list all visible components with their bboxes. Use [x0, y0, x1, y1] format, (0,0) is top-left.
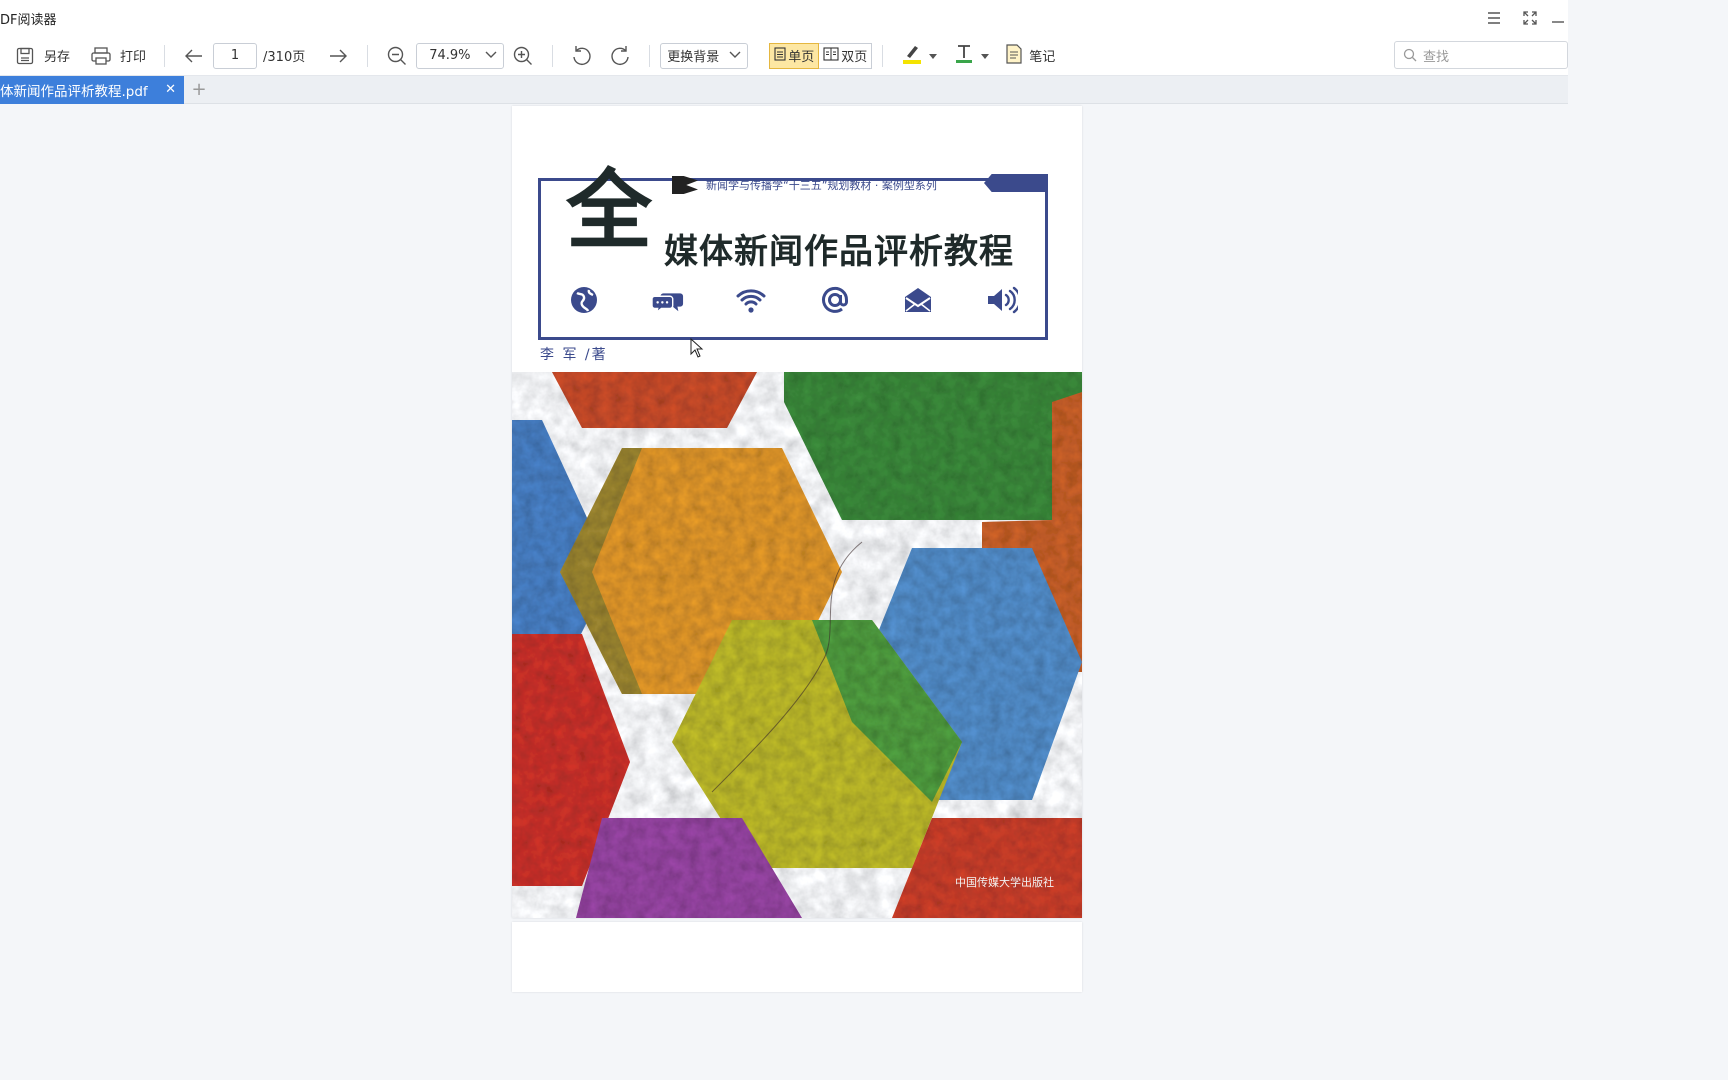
publisher-name: 中国传媒大学出版社 [955, 876, 1054, 889]
toolbar-divider [552, 44, 554, 67]
zoom-out-icon [386, 45, 408, 67]
speaker-icon [986, 284, 1018, 316]
rotate-right-button[interactable] [601, 41, 639, 71]
search-input[interactable]: 查找 [1394, 41, 1568, 69]
caret-down-icon [929, 48, 938, 63]
at-sign-icon [819, 284, 851, 316]
double-page-button[interactable]: 双页 [819, 42, 873, 69]
toolbar-divider [649, 44, 651, 67]
notes-label: 笔记 [1029, 50, 1056, 65]
chevron-down-icon [729, 48, 741, 63]
envelope-icon [902, 284, 934, 316]
arrow-right-icon [327, 45, 349, 67]
text-color-button[interactable] [945, 41, 997, 71]
double-page-label: 双页 [841, 50, 868, 65]
toolbar-divider [758, 45, 759, 67]
series-line: 新闻学与传播学“十三五”规划教材 · 案例型系列 [672, 176, 937, 194]
highlight-button[interactable] [893, 41, 945, 71]
pdf-page-next [512, 922, 1082, 992]
printer-icon [90, 45, 112, 67]
author-line: 李 军 /著 [540, 347, 608, 363]
zoom-in-icon [512, 45, 534, 67]
search-placeholder: 查找 [1423, 49, 1450, 65]
mouse-cursor-icon [690, 337, 704, 362]
cover-flag-decoration [984, 174, 1048, 192]
toolbar-divider [164, 44, 166, 67]
next-page-button[interactable] [319, 41, 357, 71]
text-tool-icon [953, 43, 975, 69]
print-button[interactable]: 打印 [82, 41, 154, 71]
background-label: 更换背景 [667, 50, 720, 65]
title-big-character: 全 [566, 161, 652, 261]
toolbar-divider [367, 44, 369, 67]
pdf-page: 新闻学与传播学“十三五”规划教材 · 案例型系列 全 媒体新闻作品评析教程 李 … [512, 106, 1082, 918]
rotate-right-icon [609, 45, 631, 67]
menu-icon[interactable] [1476, 0, 1512, 36]
caret-down-icon [981, 48, 990, 63]
single-page-label: 单页 [788, 50, 815, 65]
toolbar-divider [882, 44, 884, 67]
globe-icon [568, 284, 600, 316]
add-tab-button[interactable]: + [184, 76, 214, 104]
chevron-down-icon [485, 48, 497, 63]
close-icon[interactable]: ✕ [165, 82, 176, 97]
plus-icon: + [191, 79, 207, 100]
single-page-button[interactable]: 单页 [769, 42, 820, 69]
chat-bubbles-icon [651, 284, 684, 316]
rotate-left-icon [571, 45, 593, 67]
series-text: 新闻学与传播学“十三五”规划教材 · 案例型系列 [706, 179, 937, 192]
rotate-left-button[interactable] [563, 41, 601, 71]
cover-artwork: 中国传媒大学出版社 [512, 372, 1082, 918]
zoom-in-button[interactable] [504, 41, 542, 71]
view-mode-toggle: 单页 双页 [769, 42, 873, 69]
print-label: 打印 [120, 50, 147, 65]
note-icon [1005, 43, 1023, 68]
notes-button[interactable]: 笔记 [997, 41, 1063, 71]
zoom-out-button[interactable] [378, 41, 416, 71]
background-select[interactable]: 更换背景 [660, 42, 749, 69]
page-total-label: /310页 [263, 50, 306, 65]
save-as-button[interactable]: 另存 [6, 41, 78, 71]
single-page-icon [774, 46, 786, 65]
save-icon [14, 45, 36, 67]
previous-page-button[interactable] [175, 41, 213, 71]
publisher-logo-icon [672, 176, 698, 194]
highlighter-icon [901, 43, 923, 69]
document-viewer[interactable]: 新闻学与传播学“十三五”规划教材 · 案例型系列 全 媒体新闻作品评析教程 李 … [0, 104, 1568, 992]
restore-icon[interactable] [1512, 0, 1548, 36]
document-tab-bar: 体新闻作品评析教程.pdf ✕ + [0, 75, 1568, 104]
cover-icon-row [568, 284, 1018, 316]
window-controls [1476, 0, 1568, 36]
book-title: 媒体新闻作品评析教程 [664, 232, 1014, 272]
zoom-value: 74.9% [429, 48, 471, 63]
app-title: DF阅读器 [0, 12, 57, 28]
search-icon [1403, 48, 1417, 62]
document-tab-label: 体新闻作品评析教程.pdf [0, 83, 148, 100]
wifi-icon [735, 284, 767, 316]
zoom-select[interactable]: 74.9% [416, 42, 505, 69]
save-as-label: 另存 [44, 50, 71, 65]
arrow-left-icon [183, 45, 205, 67]
title-bar: DF阅读器 [0, 0, 1568, 36]
page-number-input[interactable]: 1 [213, 42, 258, 69]
double-page-icon [823, 46, 839, 65]
document-tab[interactable]: 体新闻作品评析教程.pdf ✕ [0, 75, 184, 104]
minimize-icon[interactable] [1548, 0, 1568, 36]
toolbar: 另存 打印 1 /310页 74.9% 更换背景 单页 双页 笔记 查找 [0, 36, 1568, 76]
